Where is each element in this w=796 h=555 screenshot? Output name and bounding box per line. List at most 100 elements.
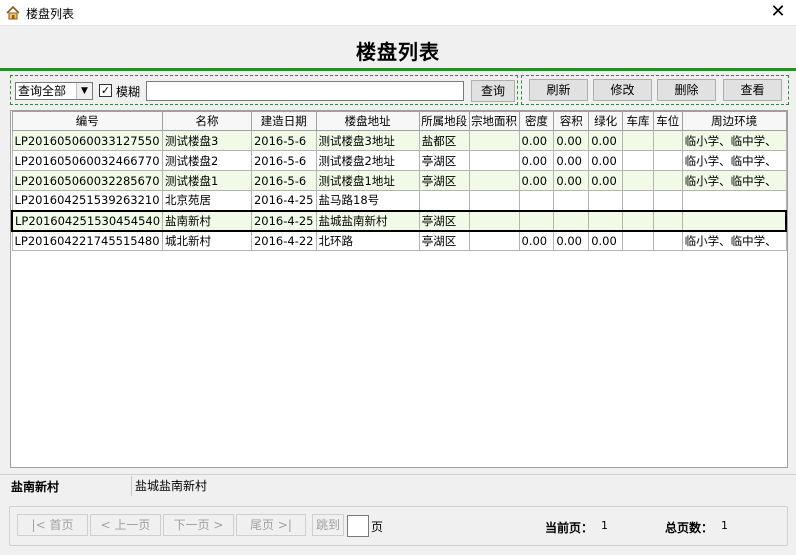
refresh-button[interactable]: 刷新: [529, 79, 588, 101]
table-cell[interactable]: 测试楼盘2地址: [315, 150, 420, 171]
table-cell[interactable]: 测试楼盘1地址: [315, 170, 420, 191]
table-cell[interactable]: 0.00: [553, 170, 590, 191]
table-cell[interactable]: 0.00: [518, 170, 555, 191]
table-cell[interactable]: [553, 209, 590, 232]
table-cell[interactable]: [468, 209, 520, 232]
table-cell[interactable]: 测试楼盘1: [162, 170, 252, 191]
table-cell[interactable]: [518, 190, 555, 211]
table-cell[interactable]: 0.00: [588, 150, 624, 171]
table-cell[interactable]: [588, 190, 624, 211]
table-cell[interactable]: 0.00: [518, 230, 555, 251]
building-list-grid[interactable]: 编号 名称 建造日期 楼盘地址 所属地段 宗地面积 密度 容积 绿化 车库 车位 周边环境 LP201…: [10, 110, 788, 468]
table-row[interactable]: LP201604221745515480 城北新村 2016-4-22 北环路 亭湖区 0…: [11, 230, 787, 251]
table-row[interactable]: LP201605060032466770 测试楼盘2 2016-5-6 测试楼盘2地址…: [11, 150, 787, 171]
table-cell[interactable]: LP201605060033127550: [11, 130, 164, 151]
table-cell[interactable]: [652, 130, 683, 151]
table-cell[interactable]: 亭湖区: [418, 150, 470, 171]
table-cell[interactable]: 0.00: [588, 130, 624, 151]
table-row[interactable]: LP201604251539263210 北京苑居 2016-4-25 盐马路18号: [11, 190, 787, 211]
table-cell[interactable]: [622, 150, 654, 171]
table-cell[interactable]: [622, 230, 654, 251]
table-cell[interactable]: 临小学、临中学、: [681, 170, 787, 191]
table-cell[interactable]: [468, 150, 520, 171]
column-header[interactable]: 宗地面积: [468, 111, 520, 131]
table-cell[interactable]: 0.00: [553, 230, 590, 251]
column-header[interactable]: 楼盘地址: [315, 111, 420, 131]
table-cell[interactable]: [468, 190, 520, 211]
table-cell[interactable]: 北京苑居: [162, 190, 252, 211]
table-cell[interactable]: LP201604221745515480: [11, 230, 164, 251]
table-cell[interactable]: 盐马路18号: [315, 190, 420, 211]
table-cell[interactable]: [652, 190, 683, 211]
first-page-button[interactable]: |< 首页: [17, 514, 88, 536]
table-cell[interactable]: [553, 190, 590, 211]
delete-button[interactable]: 删除: [657, 79, 716, 101]
prev-page-button[interactable]: < 上一页: [90, 514, 161, 536]
table-cell[interactable]: 盐都区: [418, 130, 470, 151]
query-mode-select[interactable]: 查询全部 ▼: [15, 82, 93, 100]
search-input[interactable]: [146, 81, 464, 101]
table-cell[interactable]: 0.00: [553, 130, 590, 151]
table-cell[interactable]: 城北新村: [162, 230, 252, 251]
jump-button[interactable]: 跳到: [312, 514, 344, 536]
table-cell[interactable]: 2016-4-25: [250, 209, 317, 232]
column-header[interactable]: 车库: [622, 111, 654, 131]
table-cell[interactable]: 0.00: [588, 170, 624, 191]
table-cell[interactable]: [588, 209, 624, 232]
table-cell[interactable]: [622, 130, 654, 151]
table-cell[interactable]: 盐城盐南新村: [315, 209, 420, 232]
table-cell[interactable]: LP201605060032466770: [11, 150, 164, 171]
chevron-down-icon[interactable]: ▼: [76, 83, 92, 99]
table-cell[interactable]: 亭湖区: [418, 209, 470, 232]
fuzzy-checkbox[interactable]: ✓: [99, 84, 112, 97]
close-button[interactable]: ✕: [760, 0, 796, 26]
next-page-button[interactable]: 下一页 >: [163, 514, 234, 536]
table-cell[interactable]: [652, 170, 683, 191]
table-cell[interactable]: 0.00: [553, 150, 590, 171]
table-cell[interactable]: [681, 190, 787, 211]
edit-button[interactable]: 修改: [593, 79, 652, 101]
table-cell[interactable]: 测试楼盘3: [162, 130, 252, 151]
last-page-button[interactable]: 尾页 >|: [236, 514, 306, 536]
column-header[interactable]: 车位: [652, 111, 683, 131]
table-cell[interactable]: 0.00: [518, 150, 555, 171]
table-cell[interactable]: 临小学、临中学、: [681, 130, 787, 151]
table-cell[interactable]: [681, 209, 787, 232]
column-header[interactable]: 绿化: [588, 111, 624, 131]
table-cell[interactable]: 2016-5-6: [250, 130, 317, 151]
table-cell[interactable]: [468, 230, 520, 251]
table-cell[interactable]: 0.00: [518, 130, 555, 151]
table-cell[interactable]: [652, 150, 683, 171]
table-cell[interactable]: [468, 170, 520, 191]
column-header[interactable]: 名称: [162, 111, 252, 131]
column-header[interactable]: 所属地段: [418, 111, 470, 131]
table-cell[interactable]: 盐南新村: [162, 209, 252, 232]
table-cell[interactable]: LP201605060032285670: [11, 170, 164, 191]
table-cell[interactable]: LP201604251539263210: [11, 190, 164, 211]
table-cell[interactable]: 临小学、临中学、: [681, 230, 787, 251]
table-row[interactable]: LP201604251530454540 盐南新村 2016-4-25 盐城盐南新村亭…: [11, 209, 787, 232]
view-button[interactable]: 查看: [723, 79, 782, 101]
search-button[interactable]: 查询: [471, 80, 515, 102]
column-header[interactable]: 建造日期: [250, 111, 317, 131]
table-cell[interactable]: 2016-5-6: [250, 170, 317, 191]
table-cell[interactable]: [518, 209, 555, 232]
table-cell[interactable]: 测试楼盘2: [162, 150, 252, 171]
table-row[interactable]: LP201605060032285670 测试楼盘1 2016-5-6 测试楼盘1地址…: [11, 170, 787, 191]
table-cell[interactable]: LP201604251530454540: [11, 209, 164, 232]
table-cell[interactable]: 临小学、临中学、: [681, 150, 787, 171]
table-cell[interactable]: [652, 209, 683, 232]
column-header[interactable]: 编号: [11, 111, 164, 131]
table-cell[interactable]: [622, 209, 654, 232]
column-header[interactable]: 密度: [518, 111, 555, 131]
table-cell[interactable]: 测试楼盘3地址: [315, 130, 420, 151]
table-cell[interactable]: [418, 190, 470, 211]
table-cell[interactable]: [622, 190, 654, 211]
table-row[interactable]: LP201605060033127550 测试楼盘3 2016-5-6 测试楼盘3地址…: [11, 130, 787, 151]
column-header[interactable]: 容积: [553, 111, 590, 131]
table-cell[interactable]: [468, 130, 520, 151]
table-cell[interactable]: 2016-5-6: [250, 150, 317, 171]
table-cell[interactable]: 北环路: [315, 230, 420, 251]
table-cell[interactable]: 亭湖区: [418, 230, 470, 251]
table-cell[interactable]: 亭湖区: [418, 170, 470, 191]
